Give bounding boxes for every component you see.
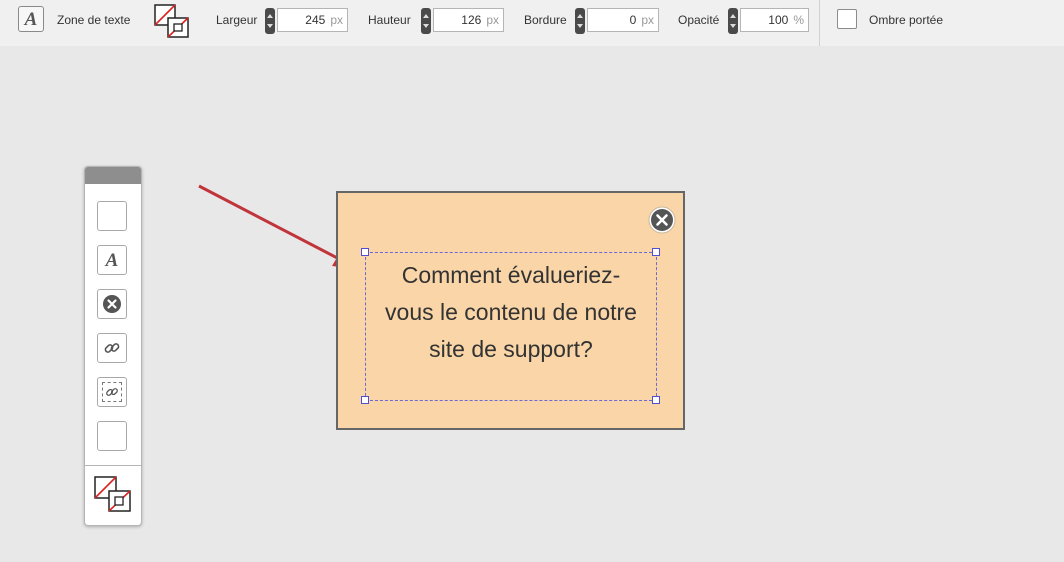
question-line: vous le contenu de notre <box>385 299 637 325</box>
resize-handle-top-left[interactable] <box>361 248 369 256</box>
opacity-stepper[interactable] <box>728 8 738 34</box>
rectangle-tool-icon[interactable] <box>97 201 127 231</box>
link-zone-tool-icon[interactable] <box>97 377 127 407</box>
palette-drag-handle[interactable] <box>85 167 141 184</box>
opacity-input[interactable]: 100 % <box>740 8 809 32</box>
height-label: Hauteur <box>368 13 411 27</box>
border-stepper[interactable] <box>575 8 585 34</box>
text-zone-icon[interactable]: A <box>18 6 44 32</box>
tool-palette: A <box>84 166 142 526</box>
shadow-checkbox[interactable] <box>837 9 857 29</box>
text-tool-icon[interactable]: A <box>97 245 127 275</box>
fill-stroke-colors-icon[interactable] <box>93 475 133 513</box>
opacity-label: Opacité <box>678 13 720 27</box>
question-line: site de support? <box>429 336 593 362</box>
border-label: Bordure <box>524 13 567 27</box>
shadow-label: Ombre portée <box>869 13 944 27</box>
fill-stroke-colors-icon[interactable] <box>153 3 191 39</box>
question-line: Comment évalueriez- <box>401 262 621 288</box>
resize-handle-bottom-right[interactable] <box>652 396 660 404</box>
border-input[interactable]: 0 px <box>587 8 659 32</box>
toolbar-divider <box>819 0 820 46</box>
width-stepper[interactable] <box>265 8 275 34</box>
width-label: Largeur <box>216 13 258 27</box>
width-input[interactable]: 245 px <box>277 8 348 32</box>
question-text[interactable]: Comment évalueriez- vous le contenu de n… <box>366 257 656 368</box>
text-zone-label: Zone de texte <box>57 13 131 27</box>
height-stepper[interactable] <box>421 8 431 34</box>
text-zone-selection[interactable]: Comment évalueriez- vous le contenu de n… <box>365 252 657 401</box>
resize-handle-bottom-left[interactable] <box>361 396 369 404</box>
close-icon[interactable] <box>648 206 676 234</box>
top-toolbar: A Zone de texte Largeur 245 px Hauteur 1… <box>0 0 1064 46</box>
blank-tool-icon[interactable] <box>97 421 127 451</box>
palette-divider <box>85 465 141 466</box>
link-tool-icon[interactable] <box>97 333 127 363</box>
resize-handle-top-right[interactable] <box>652 248 660 256</box>
close-button-tool-icon[interactable] <box>97 289 127 319</box>
height-input[interactable]: 126 px <box>433 8 504 32</box>
